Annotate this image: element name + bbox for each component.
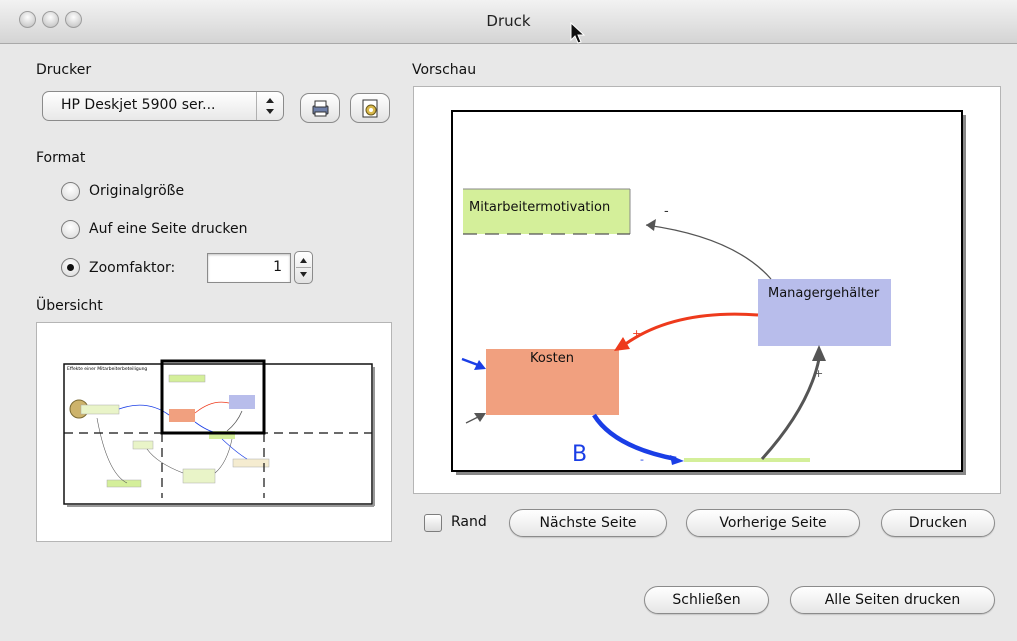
zoom-factor-input[interactable]: 1 — [207, 253, 291, 283]
print-button[interactable]: Drucken — [881, 509, 995, 537]
sign-plus-gray: + — [814, 367, 823, 380]
node-costs-label: Kosten — [530, 351, 574, 366]
radio-selected-dot — [67, 264, 74, 271]
page-setup-button[interactable] — [350, 93, 390, 123]
select-arrows-icon — [256, 92, 283, 120]
printer-icon — [312, 100, 329, 117]
node-salaries-label: Managergehälter — [768, 286, 880, 301]
margin-checkbox[interactable] — [424, 514, 442, 532]
close-button[interactable]: Schließen — [644, 586, 769, 614]
preview-label: Vorschau — [412, 62, 477, 78]
radio-original-size-label: Originalgröße — [89, 183, 185, 199]
previous-page-button[interactable]: Vorherige Seite — [686, 509, 860, 537]
stepper-arrows-icon — [296, 258, 311, 277]
title-bar: Druck — [0, 0, 1017, 44]
preview-page: Mitarbeitermotivation Managergehälter Ko… — [451, 110, 966, 475]
zoom-factor-value: 1 — [273, 259, 282, 275]
sign-minus-top: - — [664, 204, 669, 219]
sign-plus-red: + — [632, 327, 641, 340]
printer-select[interactable]: HP Deskjet 5900 ser... — [42, 91, 284, 121]
printer-selected-value: HP Deskjet 5900 ser... — [61, 97, 216, 113]
zoom-stepper[interactable] — [294, 251, 313, 284]
format-label: Format — [36, 150, 86, 166]
node-motivation-label: Mitarbeitermotivation — [469, 200, 610, 215]
overview-thumbnail: Effekte einer Mitarbeiterbeteiligung — [63, 359, 375, 507]
radio-fit-to-page-label: Auf eine Seite drucken — [89, 221, 248, 237]
radio-zoom-factor[interactable] — [61, 258, 80, 277]
radio-fit-to-page[interactable] — [61, 220, 80, 239]
printer-settings-button[interactable] — [300, 93, 340, 123]
radio-zoom-factor-label: Zoomfaktor: — [89, 260, 176, 276]
next-page-button[interactable]: Nächste Seite — [509, 509, 667, 537]
margin-label: Rand — [451, 514, 487, 530]
overview-panel[interactable]: Effekte einer Mitarbeiterbeteiligung — [36, 322, 392, 542]
mouse-pointer-icon — [570, 22, 586, 44]
radio-original-size[interactable] — [61, 182, 80, 201]
printer-label: Drucker — [36, 62, 92, 78]
preview-panel: Mitarbeitermotivation Managergehälter Ko… — [413, 86, 1001, 494]
sign-minus-blue: - — [640, 453, 644, 466]
thumb-title: Effekte einer Mitarbeiterbeteiligung — [67, 366, 147, 372]
loop-label: B — [572, 442, 587, 467]
window-title: Druck — [486, 12, 531, 30]
print-all-pages-button[interactable]: Alle Seiten drucken — [790, 586, 995, 614]
page-setup-icon — [362, 99, 378, 118]
overview-label: Übersicht — [36, 298, 103, 314]
